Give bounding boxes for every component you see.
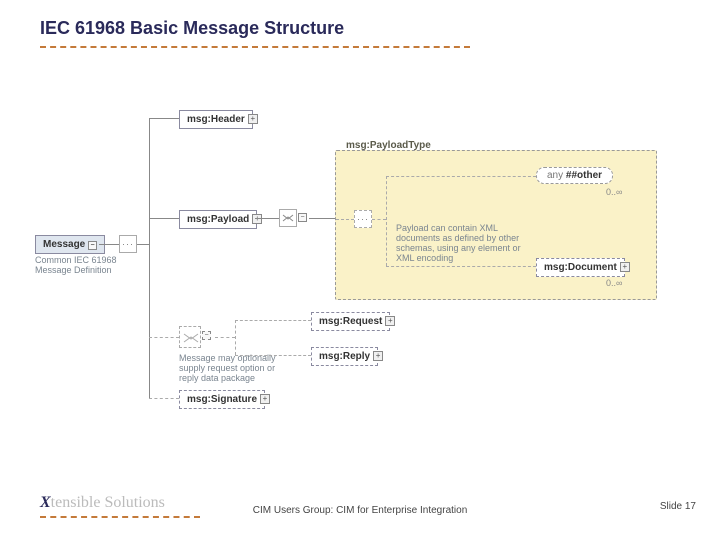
node-any: any ##other bbox=[536, 167, 613, 184]
payload-type-title: msg:PayloadType bbox=[344, 140, 433, 151]
node-message-label: Message bbox=[43, 239, 85, 250]
card-any: 0..∞ bbox=[606, 187, 622, 197]
node-document-label: msg:Document bbox=[544, 262, 617, 273]
node-request: msg:Request + bbox=[311, 312, 390, 331]
schema-diagram: Message − Common IEC 61968 Message Defin… bbox=[35, 90, 685, 480]
plus-icon: + bbox=[385, 316, 395, 326]
message-caption: Common IEC 61968 Message Definition bbox=[35, 255, 135, 275]
plus-icon: + bbox=[260, 394, 270, 404]
node-signature: msg:Signature + bbox=[179, 390, 265, 409]
node-document: msg:Document + bbox=[536, 258, 625, 277]
choice-connector bbox=[279, 209, 297, 227]
slide-title: IEC 61968 Basic Message Structure bbox=[40, 18, 344, 39]
node-header-label: msg:Header bbox=[187, 114, 245, 125]
plus-icon: + bbox=[620, 262, 630, 272]
plus-icon: + bbox=[373, 351, 383, 361]
node-reply-label: msg:Reply bbox=[319, 351, 370, 362]
payload-note: Payload can contain XML documents as def… bbox=[396, 223, 526, 263]
plus-icon: + bbox=[248, 114, 258, 124]
minus-icon: − bbox=[202, 331, 211, 340]
slide-number: Slide 17 bbox=[660, 501, 696, 512]
node-message: Message − bbox=[35, 235, 105, 254]
plus-icon: + bbox=[252, 214, 262, 224]
card-document: 0..∞ bbox=[606, 278, 622, 288]
minus-icon: − bbox=[88, 241, 97, 250]
node-request-label: msg:Request bbox=[319, 316, 382, 327]
slide-label: Slide bbox=[660, 501, 682, 512]
footer-underline bbox=[40, 516, 200, 518]
optional-choice bbox=[179, 326, 201, 348]
sequence-connector: ··· bbox=[354, 210, 372, 228]
sequence-connector: ··· bbox=[119, 235, 137, 253]
node-reply: msg:Reply + bbox=[311, 347, 378, 366]
title-underline bbox=[40, 46, 470, 48]
node-payload-label: msg:Payload bbox=[187, 214, 249, 225]
optional-caption: Message may optionally supply request op… bbox=[179, 353, 289, 383]
node-header: msg:Header + bbox=[179, 110, 253, 129]
minus-icon: − bbox=[298, 213, 307, 222]
choice-icon bbox=[180, 327, 202, 349]
footer-center: CIM Users Group: CIM for Enterprise Inte… bbox=[253, 505, 468, 516]
footer-logo-text: tensible Solutions bbox=[51, 494, 165, 511]
slide-num: 17 bbox=[685, 501, 696, 512]
footer-logo: Xtensible Solutions bbox=[40, 494, 165, 512]
node-signature-label: msg:Signature bbox=[187, 394, 257, 405]
ellipsis-icon: ··· bbox=[122, 239, 134, 249]
any-other-label: ##other bbox=[566, 170, 602, 181]
choice-icon bbox=[281, 211, 295, 225]
payload-type-box: msg:PayloadType ··· any ##other 0..∞ Pay… bbox=[335, 150, 657, 300]
node-payload: msg:Payload + bbox=[179, 210, 257, 229]
